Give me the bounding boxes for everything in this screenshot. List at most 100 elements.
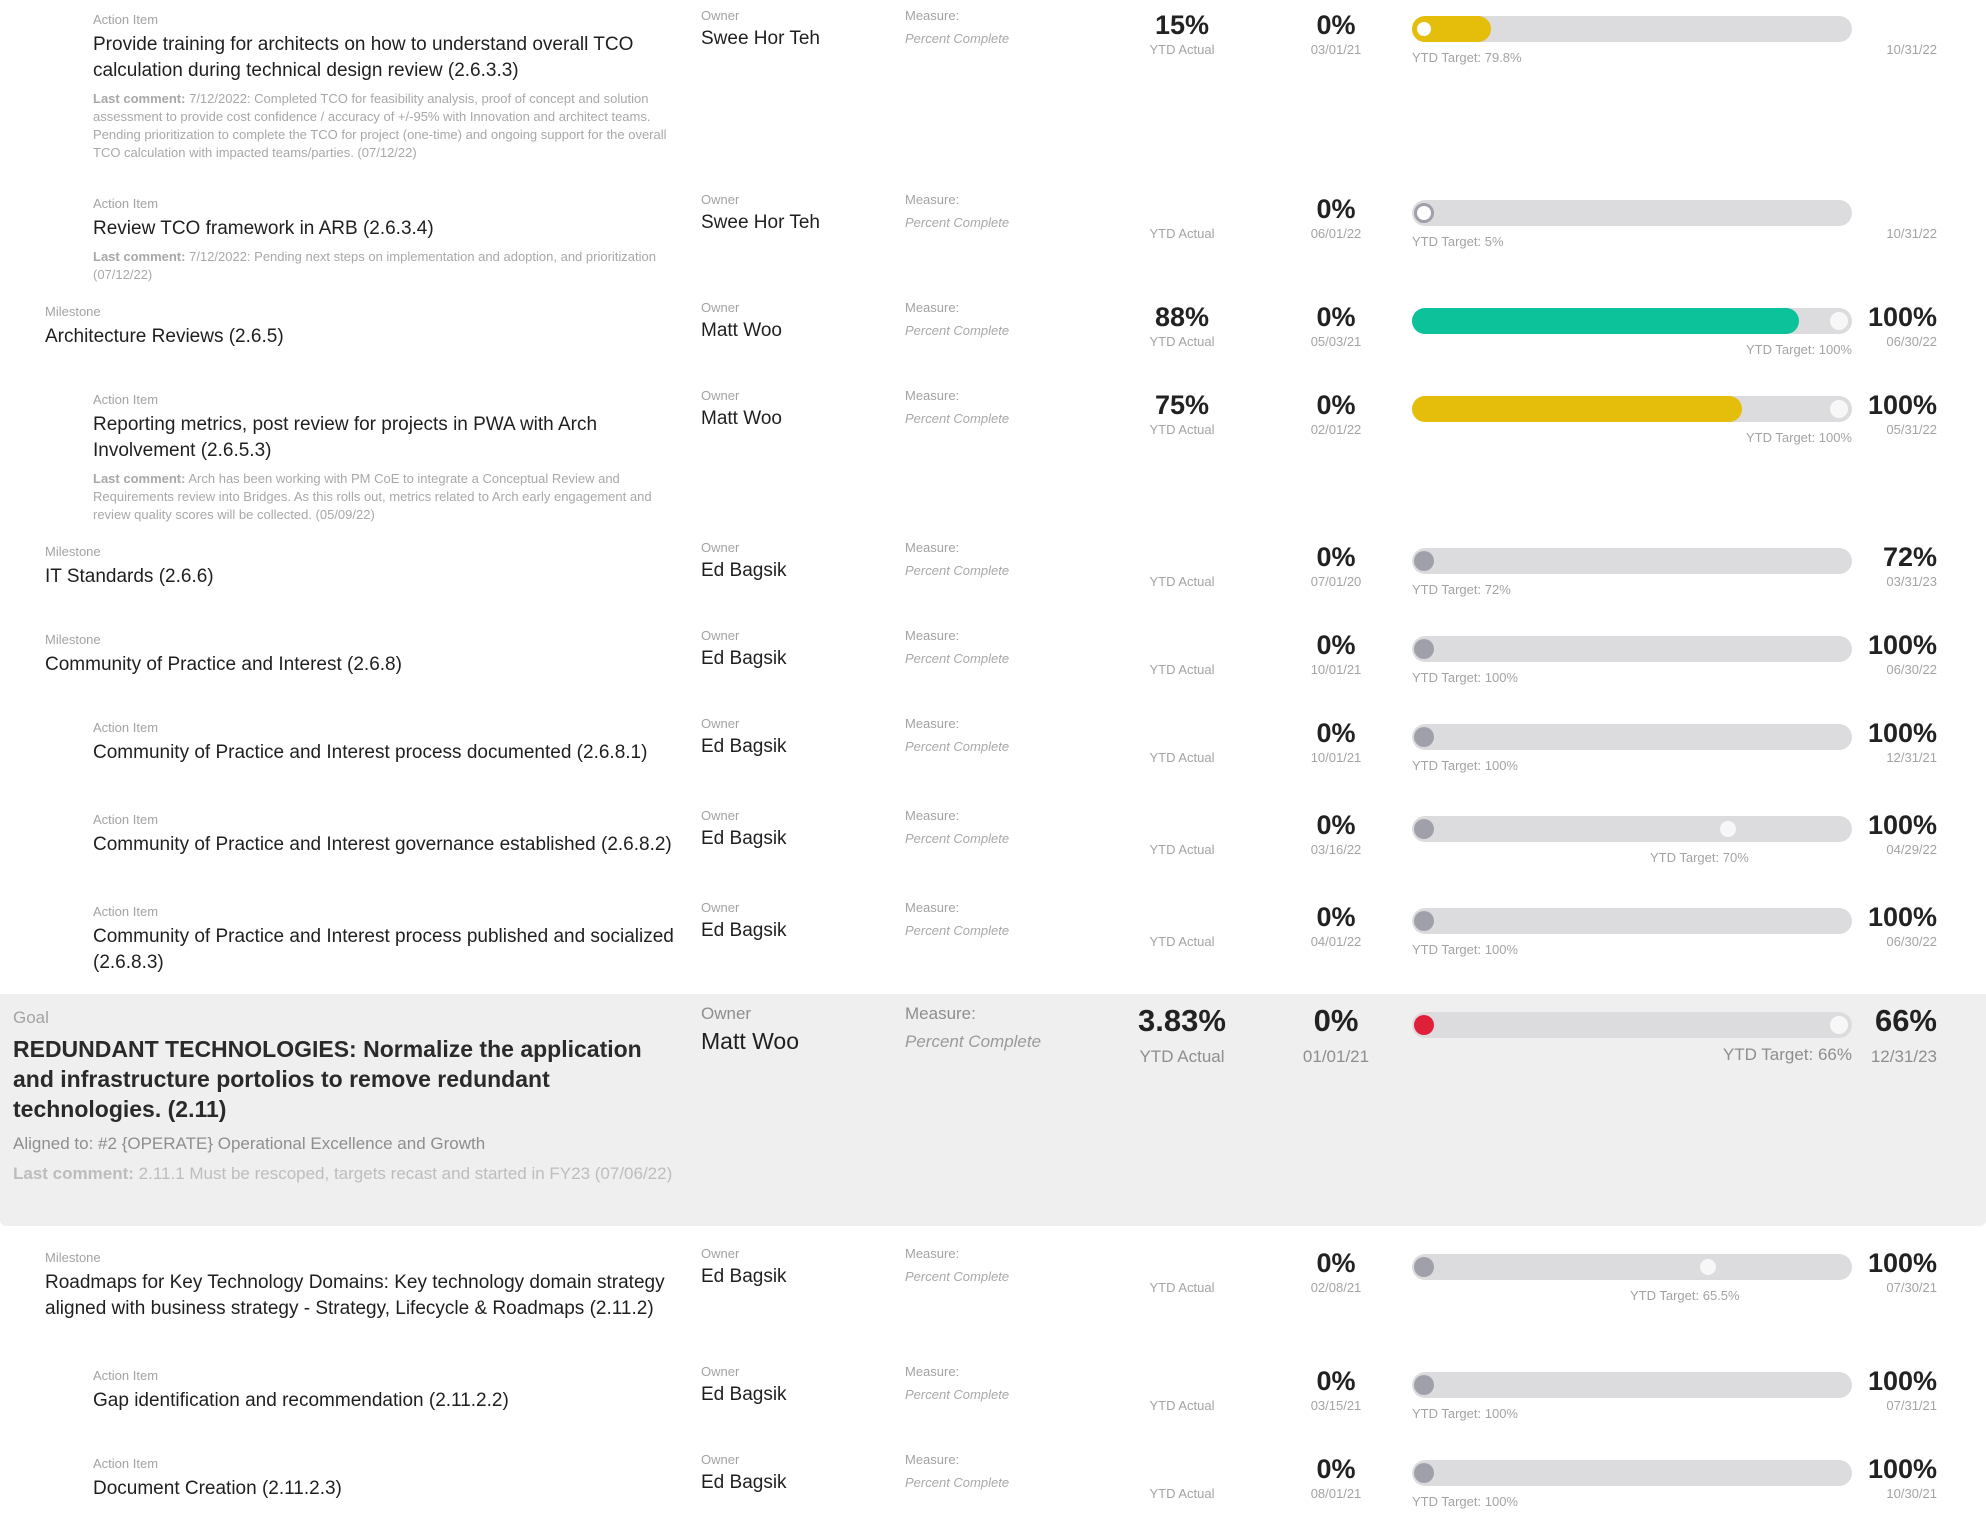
item-title[interactable]: Reporting metrics, post review for proje… <box>93 412 675 464</box>
end: 72% 03/31/23 <box>1856 540 1937 590</box>
measure: Measure: Percent Complete <box>905 808 1009 848</box>
end: 100% 06/30/22 <box>1856 300 1937 350</box>
owner-name[interactable]: Ed Bagsik <box>701 646 787 672</box>
item-title[interactable]: Community of Practice and Interest proce… <box>93 924 675 976</box>
item-info: Action Item Provide training for architec… <box>93 12 675 162</box>
owner-label: Owner <box>701 808 740 823</box>
item-title[interactable]: Review TCO framework in ARB (2.6.3.4) <box>93 216 675 242</box>
ytd-target-label: YTD Target: 100% <box>1412 670 1518 685</box>
start-percent: 0% <box>1316 10 1356 40</box>
progress-knob[interactable] <box>1414 727 1434 747</box>
end-value: 100% <box>1867 390 1937 420</box>
ytd-actual-value <box>1112 1246 1252 1280</box>
progress-bar[interactable] <box>1412 908 1852 934</box>
end-value: 100% <box>1867 1366 1937 1396</box>
owner-name[interactable]: Matt Woo <box>701 1026 799 1056</box>
item-title[interactable]: Gap identification and recommendation (2… <box>93 1388 675 1414</box>
progress-knob[interactable] <box>1414 1257 1434 1277</box>
progress-knob[interactable] <box>1414 551 1434 571</box>
owner-name[interactable]: Ed Bagsik <box>701 826 787 852</box>
ytd-target-label: YTD Target: 72% <box>1412 582 1511 597</box>
ytd-actual: YTD Actual <box>1112 628 1252 678</box>
progress-bar[interactable] <box>1412 396 1852 422</box>
item-title[interactable]: Architecture Reviews (2.6.5) <box>45 324 675 350</box>
owner-name[interactable]: Matt Woo <box>701 318 782 344</box>
progress-knob[interactable] <box>1414 19 1434 39</box>
goal-row[interactable]: Goal REDUNDANT TECHNOLOGIES: Normalize th… <box>0 994 1986 1226</box>
ytd-actual-value: 15% <box>1154 10 1210 40</box>
item-title[interactable]: REDUNDANT TECHNOLOGIES: Normalize the ap… <box>13 1034 683 1124</box>
owner-name[interactable]: Ed Bagsik <box>701 1264 787 1290</box>
progress-bar[interactable] <box>1412 16 1852 42</box>
owner: Owner Ed Bagsik <box>701 540 787 584</box>
item-kind-label: Action Item <box>93 904 159 919</box>
owner-name[interactable]: Ed Bagsik <box>701 734 787 760</box>
item-kind-label: Goal <box>13 1008 49 1027</box>
item-title[interactable]: Community of Practice and Interest (2.6.… <box>45 652 675 678</box>
owner-label: Owner <box>701 1004 752 1023</box>
start-percent: 0% <box>1316 718 1356 748</box>
owner-name[interactable]: Ed Bagsik <box>701 558 787 584</box>
measure: Measure: Percent Complete <box>905 628 1009 668</box>
last-comment: Last comment: Arch has been working with… <box>93 470 675 524</box>
last-comment-label: Last comment: <box>93 471 186 486</box>
start-percent: 0% <box>1316 810 1356 840</box>
measure-label: Measure: <box>905 716 960 731</box>
progress-knob[interactable] <box>1414 203 1434 223</box>
progress-knob[interactable] <box>1414 819 1434 839</box>
end: 10/31/22 <box>1856 192 1937 242</box>
ytd-target-label: YTD Target: 5% <box>1412 234 1504 249</box>
item-info: Action Item Community of Practice and Int… <box>93 720 675 766</box>
ytd-actual: YTD Actual <box>1112 1246 1252 1296</box>
owner-name[interactable]: Ed Bagsik <box>701 918 787 944</box>
start: 0% 08/01/21 <box>1275 1452 1397 1502</box>
end-date: 10/31/22 <box>1886 226 1937 241</box>
progress-bar[interactable] <box>1412 724 1852 750</box>
end-date: 05/31/22 <box>1886 422 1937 437</box>
progress-bar[interactable] <box>1412 1372 1852 1398</box>
measure: Measure: Percent Complete <box>905 1004 1041 1054</box>
progress-bar[interactable] <box>1412 200 1852 226</box>
progress-bar[interactable] <box>1412 308 1852 334</box>
progress-knob[interactable] <box>1414 1375 1434 1395</box>
item-title[interactable]: Community of Practice and Interest proce… <box>93 740 675 766</box>
start: 0% 02/01/22 <box>1275 388 1397 438</box>
end-date: 07/31/21 <box>1886 1398 1937 1413</box>
progress-knob[interactable] <box>1414 639 1434 659</box>
item-info: Action Item Review TCO framework in ARB (… <box>93 196 675 284</box>
end-date: 06/30/22 <box>1886 662 1937 677</box>
measure-label: Measure: <box>905 1004 976 1023</box>
ytd-target-label: YTD Target: 66% <box>1722 1045 1852 1064</box>
ytd-actual-label: YTD Actual <box>1149 422 1215 437</box>
progress-bar[interactable] <box>1412 1460 1852 1486</box>
owner: Owner Ed Bagsik <box>701 1246 787 1290</box>
item-info: Milestone IT Standards (2.6.6) <box>45 544 675 590</box>
item-title[interactable]: Provide training for architects on how t… <box>93 32 675 84</box>
progress-bar[interactable] <box>1412 548 1852 574</box>
progress-bar[interactable] <box>1412 816 1852 842</box>
measure-value: Percent Complete <box>905 739 1010 754</box>
start: 0% 03/01/21 <box>1275 8 1397 58</box>
progress-bar[interactable] <box>1412 1012 1852 1038</box>
end-date: 10/30/21 <box>1886 1486 1937 1501</box>
owner-name[interactable]: Matt Woo <box>701 406 782 432</box>
owner-name[interactable]: Ed Bagsik <box>701 1382 787 1408</box>
progress-knob[interactable] <box>1414 1463 1434 1483</box>
item-title[interactable]: Roadmaps for Key Technology Domains: Key… <box>45 1270 675 1322</box>
ytd-actual-label: YTD Actual <box>1139 1047 1225 1066</box>
progress-bar[interactable] <box>1412 636 1852 662</box>
owner-name[interactable]: Swee Hor Teh <box>701 210 820 236</box>
owner-name[interactable]: Ed Bagsik <box>701 1470 787 1496</box>
owner-label: Owner <box>701 8 740 23</box>
item-title[interactable]: IT Standards (2.6.6) <box>45 564 675 590</box>
progress-bar[interactable] <box>1412 1254 1852 1280</box>
last-comment-label: Last comment: <box>93 249 186 264</box>
item-title[interactable]: Document Creation (2.11.2.3) <box>93 1476 675 1502</box>
ytd-target-label: YTD Target: 100% <box>1412 1406 1518 1421</box>
item-title[interactable]: Community of Practice and Interest gover… <box>93 832 675 858</box>
end: 10/31/22 <box>1856 8 1937 58</box>
progress-knob[interactable] <box>1414 911 1434 931</box>
end: 100% 07/30/21 <box>1856 1246 1937 1296</box>
owner-name[interactable]: Swee Hor Teh <box>701 26 820 52</box>
progress-knob[interactable] <box>1414 1015 1434 1035</box>
